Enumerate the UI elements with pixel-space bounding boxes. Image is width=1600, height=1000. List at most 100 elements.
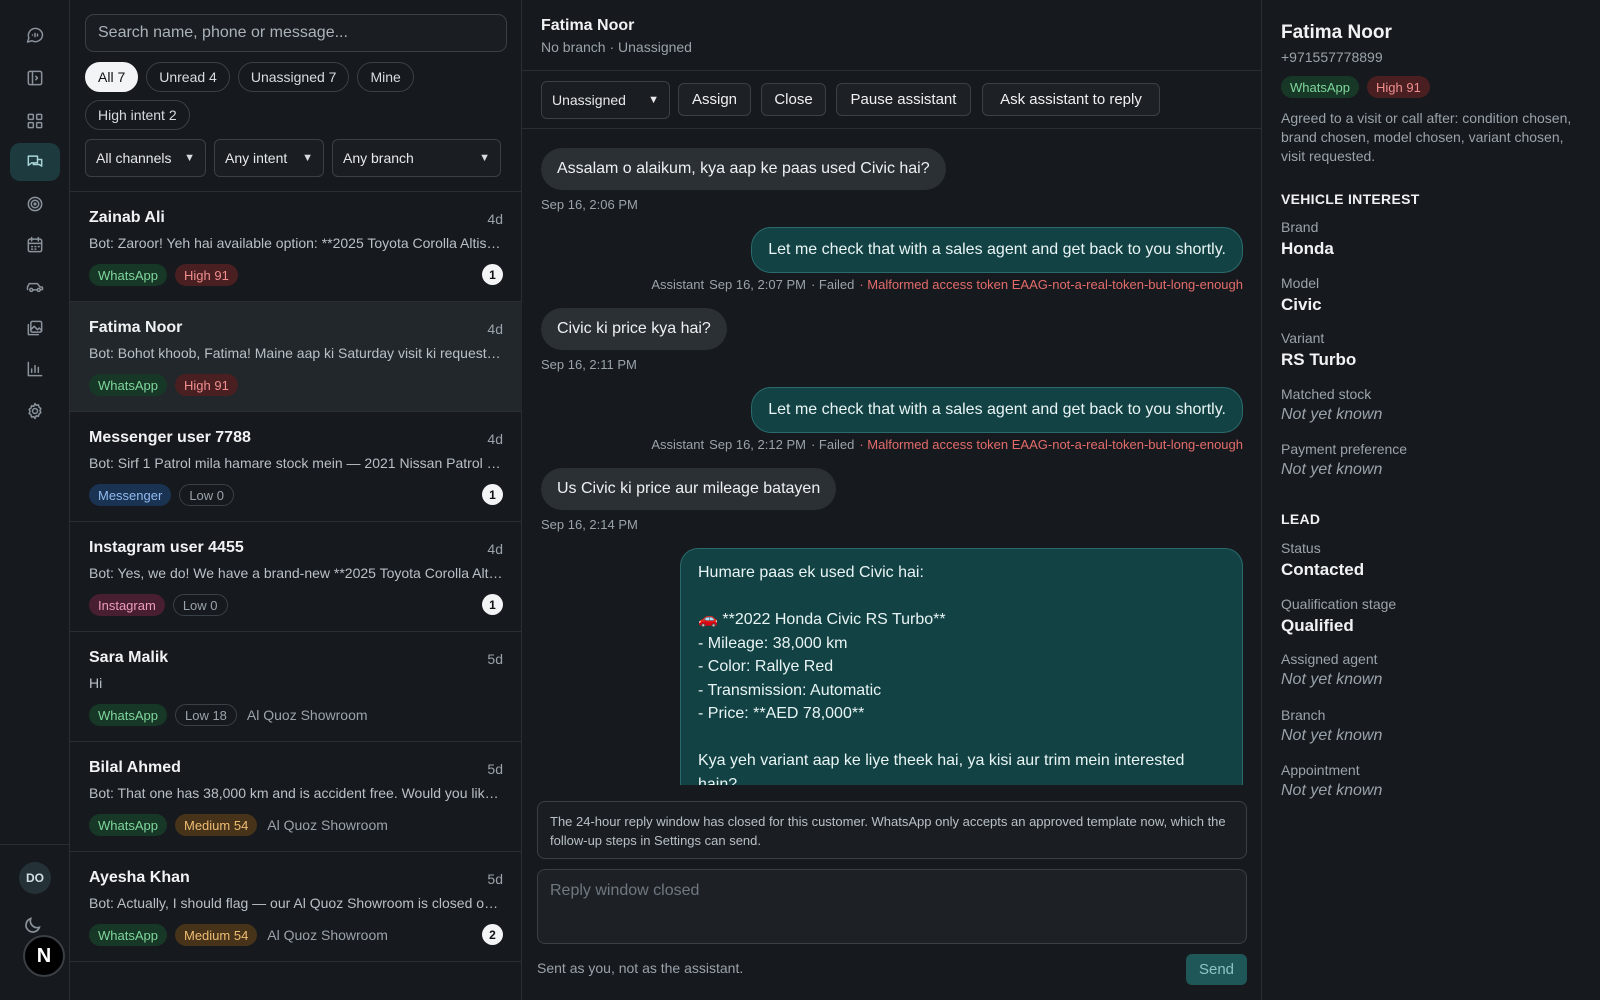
message-error: · Malformed access token EAAG-not-a-real… [859,437,1243,452]
message-meta: Assistant Sep 16, 2:12 PM · Failed · Mal… [651,437,1243,452]
field-label: Appointment [1281,762,1360,778]
intent-badge: Medium 54 [174,814,258,836]
channel-badge: WhatsApp [89,924,167,946]
unread-count-badge: 2 [482,924,503,945]
close-button[interactable]: Close [761,83,826,116]
conversation-item[interactable]: Bilal Ahmed 5d Bot: That one has 38,000 km… [70,742,522,852]
conversation-preview: Bot: Actually, I should flag — our Al Qu… [89,895,504,911]
vehicle-interest-heading: VEHICLE INTEREST [1281,191,1420,207]
intent-select[interactable]: Any intent ▼ [214,139,324,177]
intent-select-value: Any intent [225,150,288,166]
sidebar-toggle-icon[interactable] [10,59,60,97]
chip-all[interactable]: All 7 [85,62,139,92]
assign-button[interactable]: Assign [678,83,751,116]
channel-badge: Instagram [89,594,165,616]
outgoing-message: Let me check that with a sales agent and… [751,387,1243,433]
assign-select-value: Unassigned [552,92,626,108]
chip-mine[interactable]: Mine [357,62,414,92]
field-label: Matched stock [1281,385,1372,402]
unread-count-badge: 1 [482,594,503,615]
field-value: Contacted [1281,560,1365,579]
contact-name: Fatima Noor [1281,22,1392,43]
incoming-message: Civic ki price kya hai? [541,308,727,350]
field-value: Not yet known [1281,671,1383,688]
chat-subtitle: No branch · Unassigned [541,39,692,55]
field-label: Branch [1281,706,1326,723]
conversation-item[interactable]: Ayesha Khan 5d Bot: Actually, I should fla… [70,852,522,962]
target-icon[interactable] [10,185,60,223]
dashboard-icon[interactable] [10,102,60,140]
chevron-down-icon: ▼ [648,94,659,106]
filter-chips: All 7 Unread 4 Unassigned 7 Mine High in… [85,62,515,130]
settings-gear-icon[interactable] [10,392,60,430]
chip-unassigned[interactable]: Unassigned 7 [237,62,350,92]
chip-unread[interactable]: Unread 4 [146,62,230,92]
conversation-preview: Bot: Yes, we do! We have a brand-new **2… [89,565,504,581]
unread-count-badge: 1 [482,264,503,285]
contact-details-panel: Fatima Noor +971557778899 WhatsApp High … [1262,0,1600,1000]
search-input[interactable] [85,14,507,52]
ask-assistant-button[interactable]: Ask assistant to reply [982,83,1160,116]
send-button[interactable]: Send [1186,954,1247,985]
message-timestamp: Sep 16, 2:11 PM [541,357,637,372]
message-timestamp: Sep 16, 2:12 PM [709,437,806,452]
conversation-tags: WhatsApp High 91 [89,264,238,286]
channel-badge: WhatsApp [89,264,167,286]
field-value: Qualified [1281,615,1354,635]
field-value: Honda [1281,239,1334,258]
message-timestamp: Sep 16, 2:07 PM [709,277,806,292]
conversation-time: 4d [487,431,503,447]
branch-select[interactable]: Any branch ▼ [332,139,501,177]
intent-badge: High 91 [1366,76,1430,98]
conversation-name: Ayesha Khan [89,869,190,886]
car-icon[interactable] [10,268,60,306]
lead-heading: LEAD [1281,511,1321,527]
conversation-time: 4d [487,541,503,557]
conversation-tags: WhatsApp Low 18 Al Quoz Showroom [89,704,368,726]
outgoing-message-long: Humare paas ek used Civic hai: 🚗 **2022 … [680,548,1243,785]
branch-label: Al Quoz Showroom [267,927,388,943]
calendar-icon[interactable] [10,226,60,264]
branch-label: Al Quoz Showroom [246,707,368,723]
channel-select-value: All channels [96,150,172,166]
contact-phone: +971557778899 [1281,49,1383,65]
filter-selects: All channels ▼ Any intent ▼ Any branch ▼ [85,139,501,177]
conversation-preview: Bot: Bohot khoob, Fatima! Maine aap ki S… [89,345,504,361]
conversation-tags: Instagram Low 0 [89,594,228,616]
unread-count-badge: 1 [482,484,503,505]
n-logo-badge[interactable]: N [23,935,65,977]
message-status: · Failed [810,437,855,452]
conversation-item[interactable]: Instagram user 4455 4d Bot: Yes, we do! We… [70,522,522,632]
image-gallery-icon[interactable] [10,309,60,347]
message-sender: Assistant [651,277,705,292]
field-label: Status [1281,540,1321,556]
pause-assistant-button[interactable]: Pause assistant [836,83,971,116]
outgoing-message: Let me check that with a sales agent and… [751,227,1243,273]
message-timestamp: Sep 16, 2:14 PM [541,517,638,532]
channel-select[interactable]: All channels ▼ [85,139,206,177]
user-avatar[interactable]: DO [19,862,51,894]
field-value: RS Turbo [1281,350,1357,369]
conversation-item[interactable]: Zainab Ali 4d Bot: Zaroor! Yeh hai availab… [70,192,522,302]
conversation-preview: Bot: That one has 38,000 km and is accid… [89,785,504,801]
conversation-item[interactable]: Fatima Noor 4d Bot: Bohot khoob, Fatima! M… [70,302,522,412]
bar-chart-icon[interactable] [10,350,60,388]
chip-high-intent[interactable]: High intent 2 [85,100,190,130]
chat-bubble-icon[interactable] [10,16,60,54]
message-status: · Failed [810,277,855,292]
field-value: Not yet known [1281,461,1383,478]
intent-badge: Low 18 [174,704,237,726]
sent-as-note: Sent as you, not as the assistant. [537,960,744,976]
conversations-icon[interactable] [10,143,60,181]
reply-window-notice: The 24-hour reply window has closed for … [537,801,1247,859]
conversation-tags: WhatsApp High 91 [89,374,238,396]
reply-textarea[interactable] [537,869,1247,944]
conversation-item[interactable]: Sara Malik 5d Hi WhatsApp Low 18 Al Quoz Show… [70,632,522,742]
conversation-name: Bilal Ahmed [89,759,181,776]
channel-badge: WhatsApp [89,704,167,726]
message-meta: Assistant Sep 16, 2:07 PM · Failed · Mal… [651,277,1243,292]
message-thread: Assalam o alaikum, kya aap ke paas used … [522,130,1262,785]
conversation-item[interactable]: Messenger user 7788 4d Bot: Sirf 1 Patrol … [70,412,522,522]
assign-agent-select[interactable]: Unassigned ▼ [541,81,670,119]
message-sender: Assistant [651,437,705,452]
